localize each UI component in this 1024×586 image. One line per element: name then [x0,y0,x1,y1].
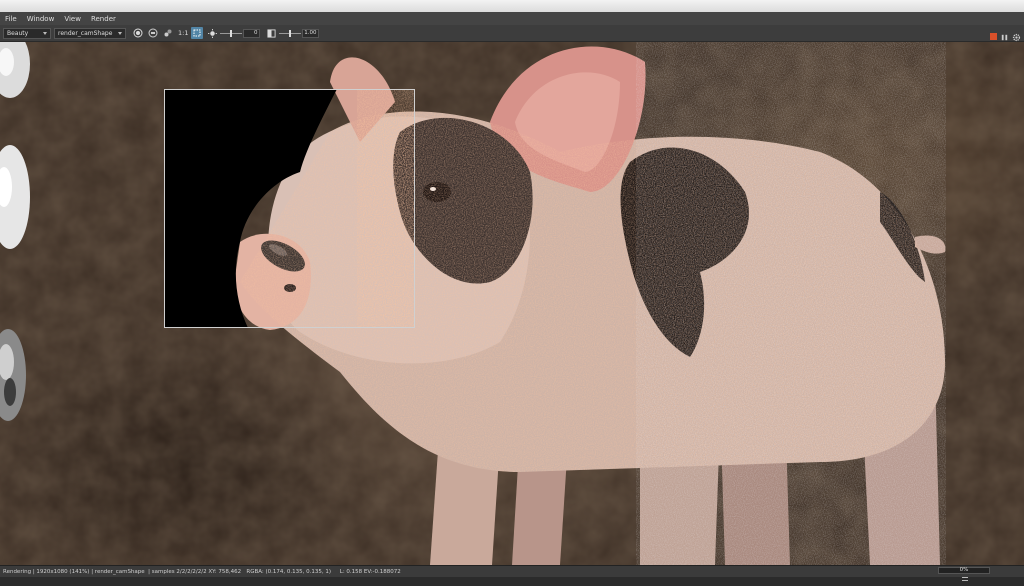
menu-file[interactable]: File [0,15,22,23]
menu-bar: File Window View Render [0,12,1024,25]
noisy-bucket [357,89,415,327]
gamma-slider[interactable] [279,28,302,39]
gamma-slider-thumb[interactable] [289,29,292,37]
camera-dropdown[interactable]: render_camShape [54,27,126,39]
stop-render-icon[interactable] [990,33,997,40]
crop-region-icon[interactable] [191,27,204,39]
menu-view[interactable]: View [59,15,86,23]
region-icon[interactable] [147,27,159,39]
status-menu-icon[interactable] [962,567,968,581]
render-viewport[interactable] [0,42,1024,565]
camera-dropdown-label: render_camShape [58,29,113,37]
noisy-bucket [636,42,946,565]
gamma-icon [265,27,277,39]
status-bar: Rendering | 1920x1080 (141%) | render_ca… [0,565,1024,577]
gamma-value-field[interactable]: 1.00 [302,28,320,38]
status-text: Rendering | 1920x1080 (141%) | render_ca… [3,568,401,575]
menu-render[interactable]: Render [86,15,121,23]
exposure-slider[interactable] [220,28,243,39]
render-toolbar: Beauty render_camShape 1:1 0 1.00 [0,25,1024,42]
render-image [0,42,1024,565]
snapshot-icon[interactable] [132,27,144,39]
exposure-slider-thumb[interactable] [230,29,233,37]
menu-window[interactable]: Window [22,15,60,23]
chevron-down-icon [118,31,122,35]
chevron-down-icon [43,31,47,35]
exposure-value-field[interactable]: 0 [243,28,261,38]
aov-dropdown[interactable]: Beauty [3,27,51,39]
ratio-button[interactable]: 1:1 [178,29,188,37]
exposure-icon [206,27,218,39]
aov-dropdown-label: Beauty [7,29,29,37]
display-settings-icon[interactable] [162,27,174,39]
